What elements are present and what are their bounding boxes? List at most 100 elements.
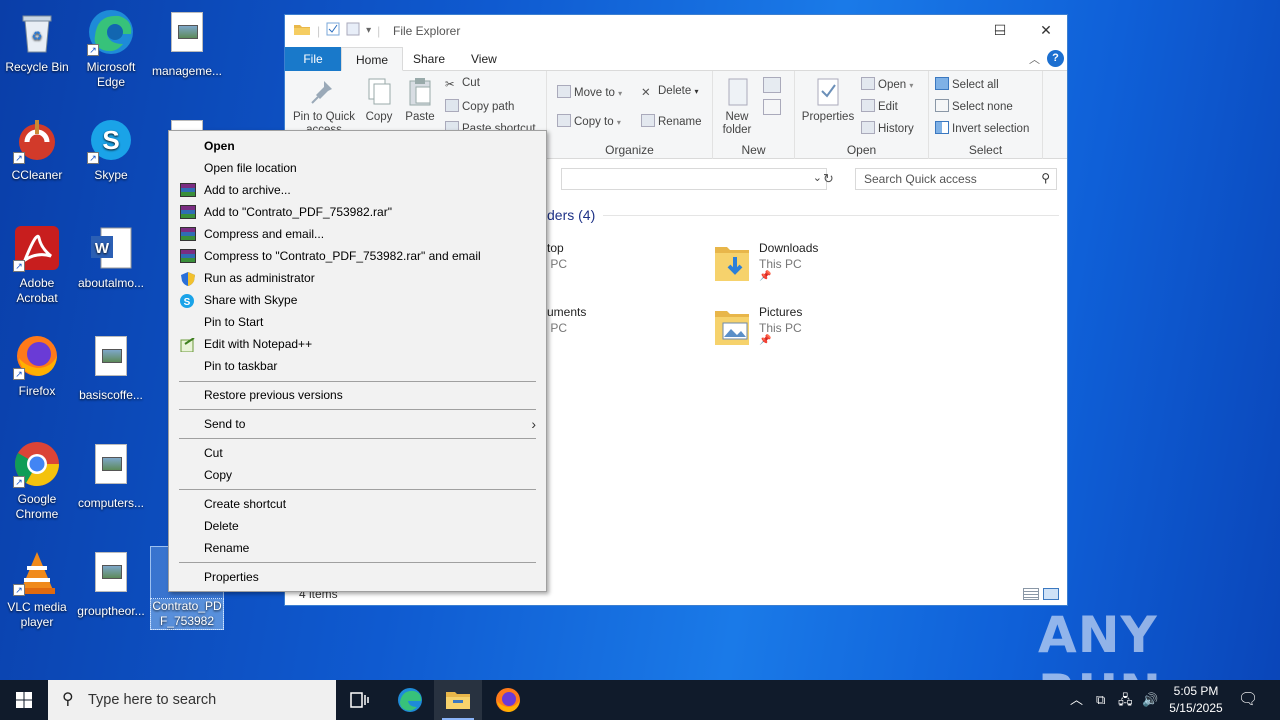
desktop-icon-manageme[interactable]: manageme... — [150, 8, 224, 79]
tab-view[interactable]: View — [457, 47, 511, 71]
firefox-icon: ↗ — [13, 332, 61, 380]
search-icon: ⚲ — [1041, 171, 1050, 185]
taskbar-file-explorer-icon[interactable] — [434, 680, 482, 720]
menu-item-open-file-location[interactable]: Open file location — [171, 157, 544, 179]
open-icon — [861, 77, 875, 90]
menu-item-rename[interactable]: Rename — [171, 537, 544, 559]
organize-group: Move to ▾ Copy to ▾ ✕ Delete ▾ Rename Org… — [547, 71, 713, 159]
properties-button[interactable]: Properties — [799, 77, 857, 124]
desktop-icon-skype[interactable]: S ↗ Skype — [74, 116, 148, 183]
tab-share[interactable]: Share — [399, 47, 459, 71]
taskbar-search-box[interactable]: ⚲ Type here to search — [48, 680, 336, 720]
notepad-plus-plus-icon — [180, 337, 196, 353]
copy-to-button[interactable]: Copy to ▾ — [557, 114, 621, 128]
properties-icon[interactable] — [326, 22, 340, 39]
desktop-icon-ccleaner[interactable]: ↗ CCleaner — [0, 116, 74, 183]
select-all-button[interactable]: Select all — [935, 77, 999, 91]
refresh-icon[interactable]: ↻ — [823, 171, 834, 187]
history-button[interactable]: History — [861, 121, 914, 135]
windows-logo-icon — [16, 692, 32, 708]
rename-button[interactable]: Rename — [641, 114, 701, 128]
window-title: File Explorer — [393, 24, 461, 38]
chevron-down-icon[interactable]: ▾ — [366, 25, 371, 36]
vlc-icon: ↗ — [13, 548, 61, 596]
taskbar-firefox-icon[interactable] — [484, 680, 532, 720]
meet-now-icon[interactable]: ⧉ — [1096, 680, 1105, 720]
menu-item-delete[interactable]: Delete — [171, 515, 544, 537]
menu-item-pin-to-taskbar[interactable]: Pin to taskbar — [171, 355, 544, 377]
menu-item-share-with-skype[interactable]: S Share with Skype — [171, 289, 544, 311]
menu-item-add-to-rar[interactable]: Add to "Contrato_PDF_753982.rar" — [171, 201, 544, 223]
menu-item-copy[interactable]: Copy — [171, 464, 544, 486]
menu-item-cut[interactable]: Cut — [171, 442, 544, 464]
invert-selection-icon — [935, 121, 949, 134]
maximize-button[interactable]: ☐ — [977, 15, 1023, 45]
new-item-icon[interactable] — [763, 77, 781, 93]
desktop-icon-adobe-acrobat[interactable]: ↗ Adobe Acrobat — [0, 224, 74, 306]
new-folder-button[interactable]: New folder — [717, 77, 757, 137]
file-icon — [87, 444, 135, 492]
edit-button[interactable]: Edit — [861, 99, 898, 113]
menu-item-pin-to-start[interactable]: Pin to Start — [171, 311, 544, 333]
desktop-icon-vlc[interactable]: ↗ VLC media player — [0, 548, 74, 630]
notifications-icon[interactable]: 🗨 — [1238, 680, 1258, 720]
address-bar[interactable]: ⌄ — [561, 168, 827, 190]
chevron-up-icon[interactable]: ︿ — [1029, 51, 1040, 67]
skype-icon: S — [180, 293, 196, 308]
menu-item-create-shortcut[interactable]: Create shortcut — [171, 493, 544, 515]
menu-item-properties[interactable]: Properties — [171, 566, 544, 588]
desktop-icon-basiscoffe[interactable]: basiscoffe... — [74, 332, 148, 403]
details-view-icon[interactable] — [1023, 588, 1039, 600]
taskbar-edge-icon[interactable] — [386, 680, 434, 720]
desktop-icon-edge[interactable]: ↗ Microsoft Edge — [74, 8, 148, 90]
svg-text:S: S — [102, 125, 119, 155]
start-button[interactable] — [0, 680, 48, 720]
paste-button[interactable]: Paste — [399, 77, 441, 124]
desktop-icon-recycle-bin[interactable]: ♻ Recycle Bin — [0, 8, 74, 75]
invert-selection-button[interactable]: Invert selection — [935, 121, 1029, 135]
folder-item-downloads[interactable]: Downloads This PC 📌 — [713, 237, 863, 287]
new-folder-icon[interactable] — [346, 22, 360, 39]
tab-home[interactable]: Home — [341, 47, 404, 71]
move-to-button[interactable]: Move to ▾ — [557, 85, 622, 99]
desktop-icon-computers[interactable]: computers... — [74, 440, 148, 511]
desktop-icon-aboutalmo[interactable]: W aboutalmo... — [74, 224, 148, 291]
desktop-icon-firefox[interactable]: ↗ Firefox — [0, 332, 74, 399]
chevron-down-icon[interactable]: ⌄ — [813, 171, 822, 184]
winrar-icon — [180, 183, 196, 197]
easy-access-icon[interactable] — [763, 99, 781, 115]
show-hidden-icons-button[interactable]: ︿ — [1070, 680, 1083, 720]
menu-item-compress-and-email[interactable]: Compress and email... — [171, 223, 544, 245]
pin-quick-access-button[interactable]: Pin to Quick access — [289, 77, 359, 137]
taskbar-clock[interactable]: 5:05 PM 5/15/2025 — [1160, 683, 1232, 717]
pin-icon — [310, 77, 338, 107]
folder-item-pictures[interactable]: Pictures This PC 📌 — [713, 301, 863, 351]
copy-button[interactable]: Copy — [359, 77, 399, 124]
menu-item-edit-with-notepad[interactable]: Edit with Notepad++ — [171, 333, 544, 355]
chrome-icon: ↗ — [13, 440, 61, 488]
winrar-icon — [180, 227, 196, 241]
task-view-icon[interactable] — [336, 680, 384, 720]
section-heading[interactable]: ders (4) — [547, 207, 595, 223]
delete-button[interactable]: ✕ Delete ▾ — [641, 85, 698, 99]
desktop-icon-grouptheor[interactable]: grouptheor... — [74, 548, 148, 619]
menu-item-compress-to-rar-email[interactable]: Compress to "Contrato_PDF_753982.rar" an… — [171, 245, 544, 267]
menu-item-send-to[interactable]: Send to › — [171, 413, 544, 435]
large-icons-view-icon[interactable] — [1043, 588, 1059, 600]
menu-item-open[interactable]: Open — [171, 135, 544, 157]
help-icon[interactable]: ? — [1047, 50, 1064, 67]
open-button[interactable]: Open ▾ — [861, 77, 913, 91]
menu-item-restore-previous-versions[interactable]: Restore previous versions — [171, 384, 544, 406]
select-none-button[interactable]: Select none — [935, 99, 1013, 113]
volume-icon[interactable]: 🔊 — [1142, 680, 1158, 720]
menu-item-add-to-archive[interactable]: Add to archive... — [171, 179, 544, 201]
copy-path-button[interactable]: Copy path — [445, 99, 514, 113]
close-button[interactable]: ✕ — [1023, 15, 1069, 45]
search-input[interactable]: Search Quick access ⚲ — [855, 168, 1057, 190]
network-icon[interactable]: 🖧 — [1118, 680, 1133, 720]
desktop-icon-chrome[interactable]: ↗ Google Chrome — [0, 440, 74, 522]
tab-file[interactable]: File — [285, 47, 341, 71]
paste-icon — [406, 77, 434, 107]
cut-button[interactable]: ✂ Cut — [445, 77, 480, 91]
menu-item-run-as-admin[interactable]: Run as administrator — [171, 267, 544, 289]
